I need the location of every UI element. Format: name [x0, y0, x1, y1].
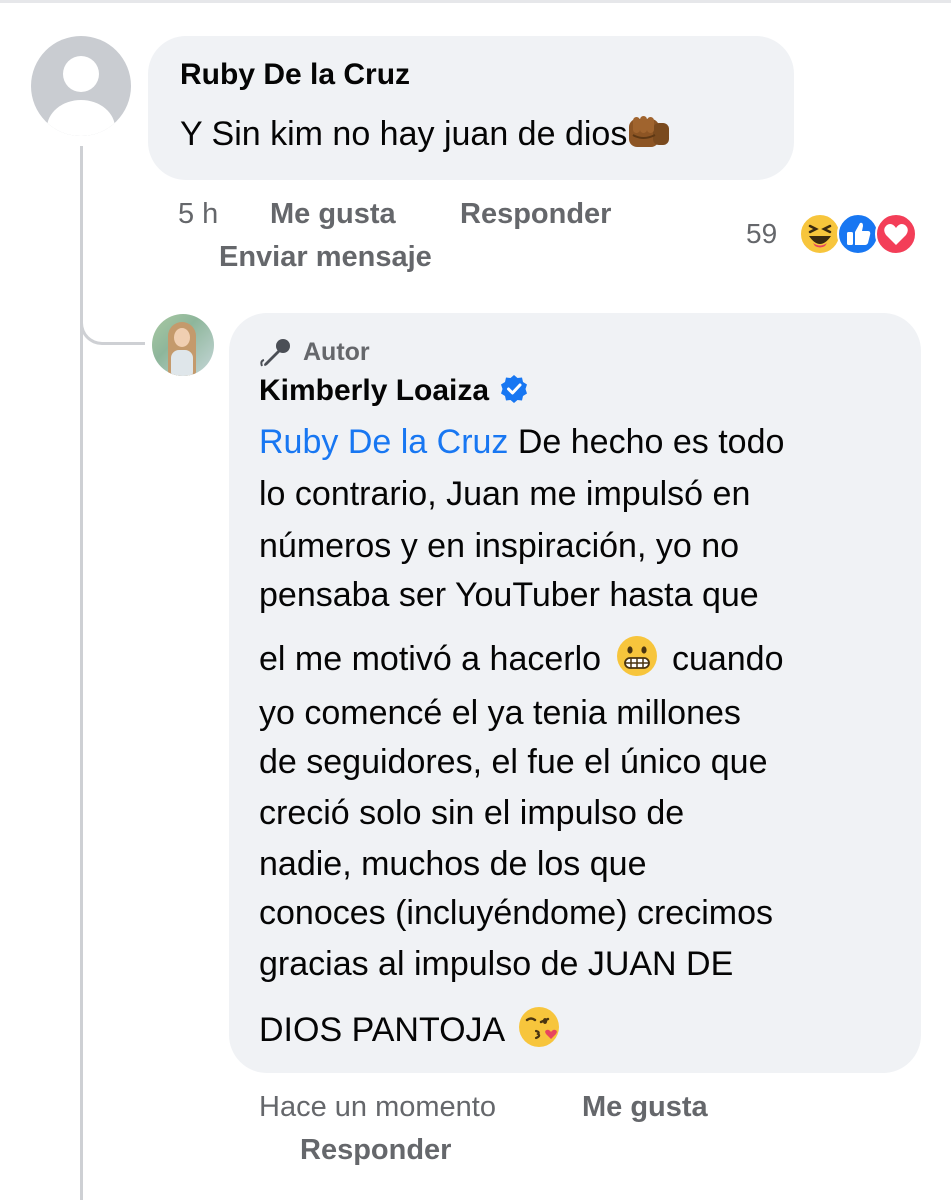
comment-bubble: Ruby De la Cruz Y Sin kim no hay juan de…: [148, 36, 794, 180]
reply-author-row: Kimberly Loaiza: [259, 374, 529, 414]
reply-text-segment: cuando: [671, 640, 784, 678]
comment-text-content: Y Sin kim no hay juan de dios: [180, 115, 628, 153]
avatar-kimberly[interactable]: [152, 314, 214, 376]
reply-line-1: Ruby De la Cruz De hecho es todo: [259, 418, 784, 466]
reply-line-11: gracias al impulso de JUAN DE: [259, 945, 734, 983]
reply-line-4: pensaba ser YouTuber hasta que: [259, 576, 759, 614]
thread-reply-connector: [80, 296, 145, 345]
microphone-icon: [260, 339, 290, 367]
face-blowing-kiss-icon: [518, 1007, 559, 1047]
comment-author-name[interactable]: Ruby De la Cruz: [180, 58, 410, 92]
reply-text-segment: DIOS PANTOJA: [259, 1011, 504, 1049]
love-reaction-icon: [875, 213, 917, 255]
reaction-count: 59: [746, 218, 778, 249]
reply-line-8: creció solo sin el impulso de: [259, 794, 685, 832]
reply-author-name[interactable]: Kimberly Loaiza: [259, 374, 489, 407]
avatar-default-user[interactable]: [31, 36, 131, 136]
comment-timestamp[interactable]: 5 h: [178, 198, 218, 231]
reply-line-7: de seguidores, el fue el único que: [259, 743, 768, 781]
reply-timestamp[interactable]: Hace un momento: [259, 1091, 496, 1124]
comment-reply-button[interactable]: Responder: [460, 198, 611, 231]
mention-link[interactable]: Ruby De la Cruz: [259, 423, 508, 461]
reply-line-6: yo comencé el ya tenia millones: [259, 694, 741, 732]
reply-text-segment: De hecho es todo: [508, 423, 785, 461]
reply-line-10: conoces (incluyéndome) crecimos: [259, 894, 773, 932]
reply-line-5: el me motivó a hacerlo cuando: [259, 634, 784, 683]
comment-text: Y Sin kim no hay juan de dios: [180, 110, 671, 158]
comment-like-button[interactable]: Me gusta: [270, 198, 396, 231]
verified-badge-icon: [501, 375, 528, 403]
reply-like-button[interactable]: Me gusta: [582, 1091, 708, 1124]
reply-line-3: números y en inspiración, yo no: [259, 527, 740, 565]
oncoming-fist-icon: [629, 116, 670, 147]
reply-text-segment: el me motivó a hacerlo: [259, 640, 602, 678]
reply-reply-button[interactable]: Responder: [300, 1134, 451, 1167]
reply-line-12: DIOS PANTOJA: [259, 1005, 565, 1054]
author-badge-label: Autor: [303, 338, 370, 366]
reply-line-2: lo contrario, Juan me impulsó en: [259, 475, 751, 513]
reply-line-9: nadie, muchos de los que: [259, 845, 647, 883]
top-divider: [0, 0, 951, 3]
grimacing-face-icon: [616, 636, 657, 676]
send-message-button[interactable]: Enviar mensaje: [219, 241, 432, 274]
